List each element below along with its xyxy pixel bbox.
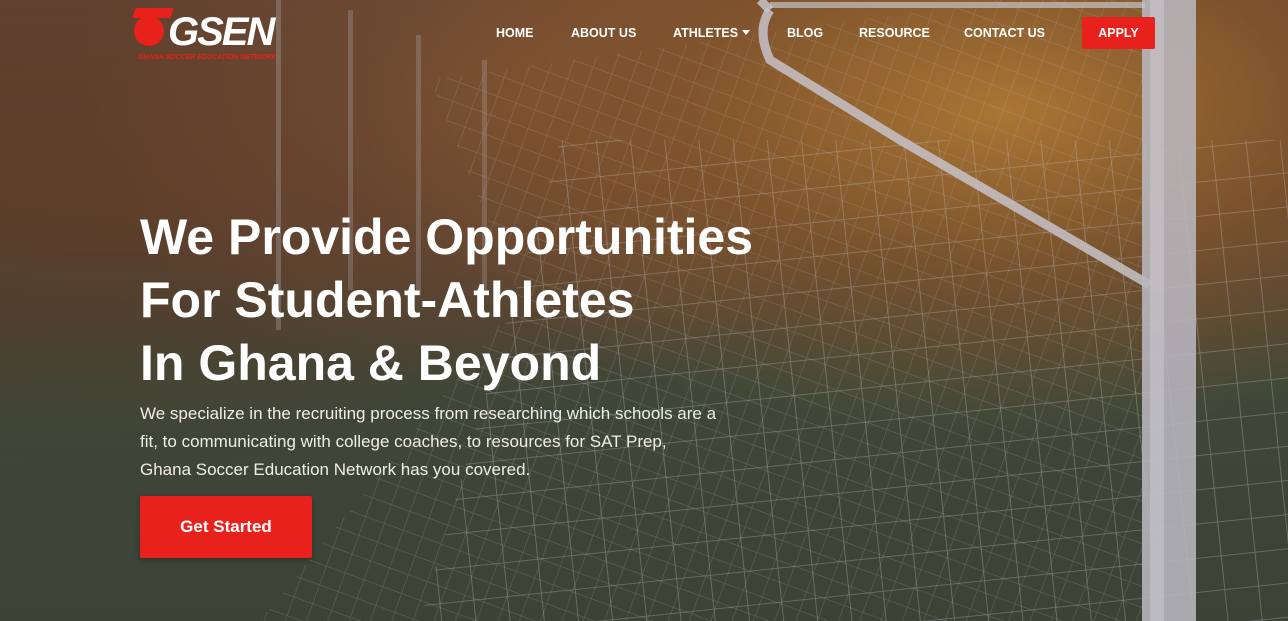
logo-tagline: GHANA SOCCER EDUCATION NETWORK [138,54,277,61]
hero-subtext: We specialize in the recruiting process … [140,404,717,479]
nav-athletes-label: ATHLETES [673,26,739,40]
nav-contact-us[interactable]: CONTACT US [964,26,1045,40]
gsen-logo[interactable]: GSEN GHANA SOCCER EDUCATION NETWORK [134,8,318,66]
nav-home[interactable]: HOME [496,26,534,40]
logo-wordmark: GSEN [168,10,275,54]
soccer-ball-icon [134,16,164,46]
apply-button[interactable]: APPLY [1082,17,1155,49]
hero-headline: We Provide Opportunities For Student-Ath… [140,206,860,395]
nav-about-us[interactable]: ABOUT US [571,26,636,40]
headline-line-2: For Student-Athletes [140,272,635,328]
nav-blog[interactable]: BLOG [787,26,823,40]
nav-resource[interactable]: RESOURCE [859,26,930,40]
headline-line-1: We Provide Opportunities [140,209,754,265]
caret-down-icon [742,30,751,35]
get-started-button[interactable]: Get Started [140,496,312,558]
headline-line-3: In Ghana & Beyond [140,335,602,391]
nav-athletes[interactable]: ATHLETES [673,26,751,40]
